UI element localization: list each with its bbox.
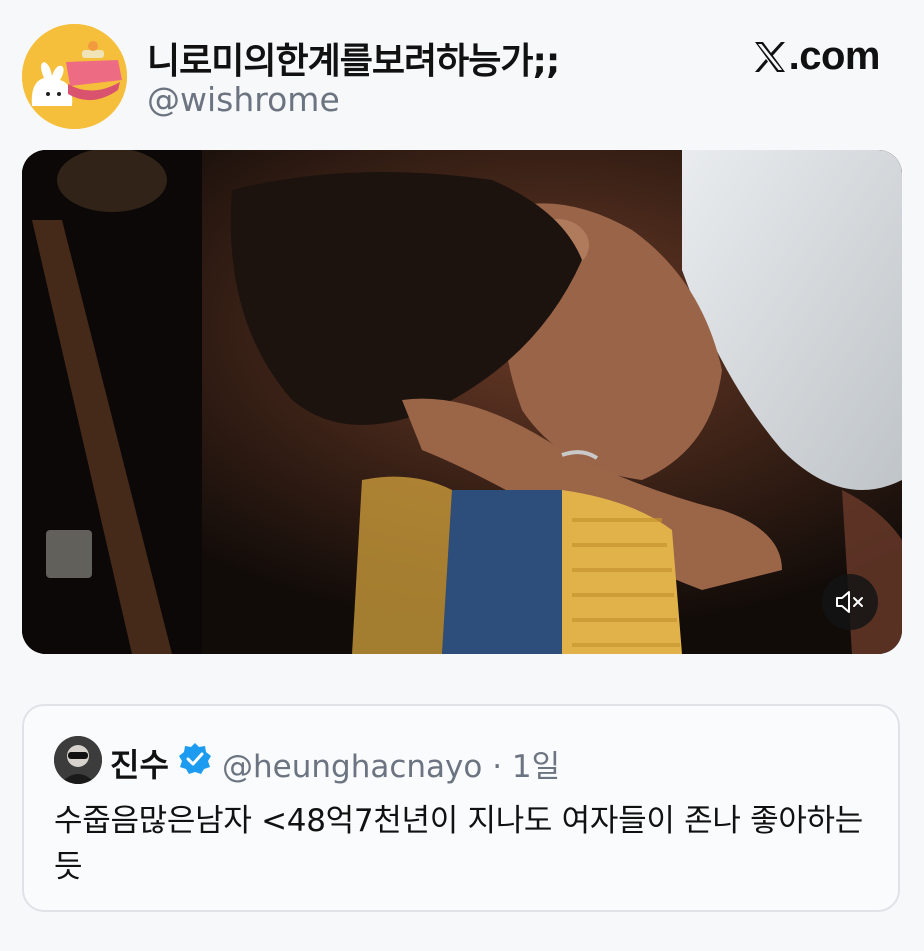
brand-domain: .com xyxy=(788,34,881,78)
quoted-post-text: 수줍음많은남자 <48억7천년이 지나도 여자들이 존나 좋아하는듯 xyxy=(54,803,863,885)
speaker-muted-icon xyxy=(836,591,863,613)
author-handle[interactable]: @wishrome xyxy=(147,80,340,119)
author-avatar[interactable] xyxy=(22,24,127,129)
video-frame xyxy=(22,150,902,654)
quoted-handle-time[interactable]: @heunghacnayo · 1일 xyxy=(222,741,560,786)
post-card: 니로미의한계를보려하능가;; @wishrome .com 진수 @heungh… xyxy=(0,0,924,951)
x-logo-icon xyxy=(754,41,785,72)
verified-badge-icon xyxy=(179,743,211,774)
bunny-kotatsu-avatar-icon xyxy=(22,24,127,129)
x-brand[interactable]: .com xyxy=(753,34,881,79)
quoted-author-avatar[interactable] xyxy=(54,736,102,784)
quoted-avatar-image xyxy=(54,736,102,784)
quoted-post[interactable]: 진수 @heunghacnayo · 1일 수줍음많은남자 <48억7천년이 지… xyxy=(22,704,900,912)
video-media[interactable] xyxy=(22,150,902,654)
mute-toggle-button[interactable] xyxy=(822,574,878,630)
quoted-author-name[interactable]: 진수 xyxy=(110,740,169,786)
author-display-name[interactable]: 니로미의한계를보려하능가;; xyxy=(147,32,560,84)
